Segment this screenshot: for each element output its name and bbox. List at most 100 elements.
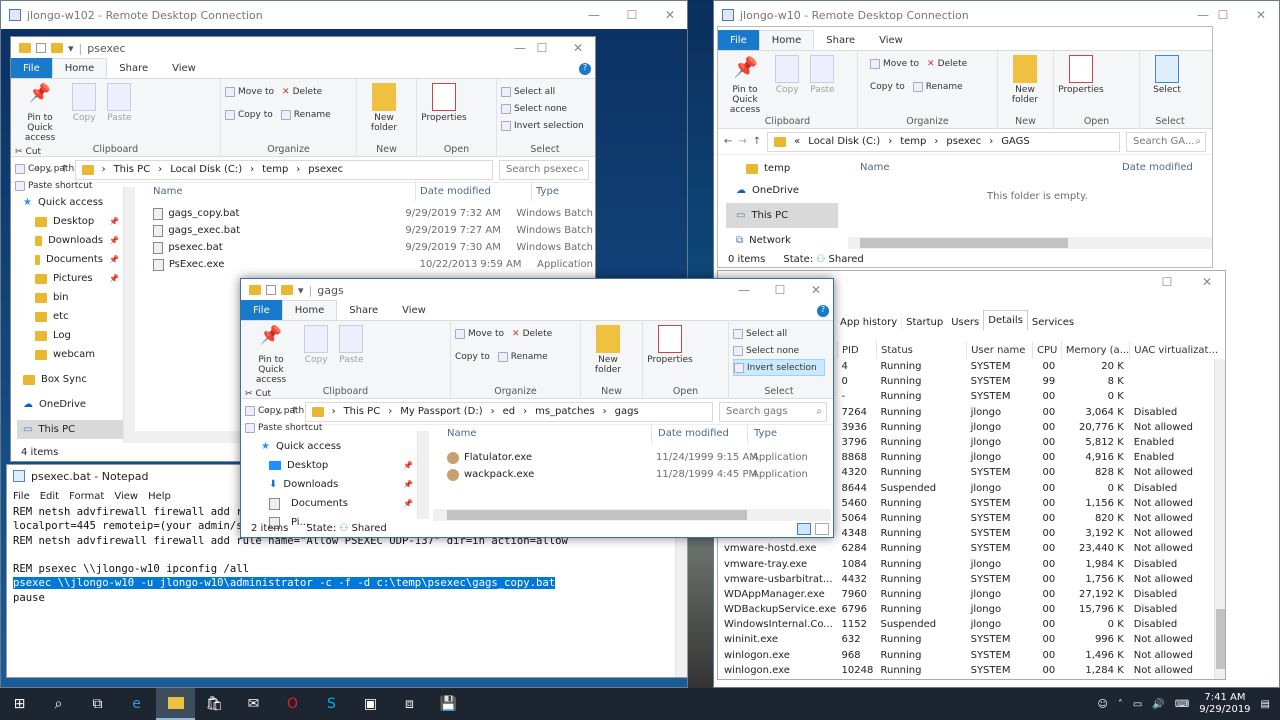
mail-icon[interactable]: ✉ <box>234 688 273 720</box>
move-to-button[interactable]: Move to <box>455 325 504 342</box>
tab-share[interactable]: Share <box>107 58 160 78</box>
tab-details[interactable]: Details <box>983 310 1028 330</box>
pin-quick-access-button[interactable]: 📌 Pin to Quick access <box>722 55 768 115</box>
process-row[interactable]: vmware-hostd.exe 6284 Running SYSTEM 00 23,44… <box>718 541 1218 556</box>
address-bar[interactable]: «Local Disk (C:) › temp › psexec › GAGS <box>767 131 1120 152</box>
nav-item[interactable]: ⬇ Downloads 📌 <box>259 475 417 494</box>
nav-item-temp[interactable]: temp <box>726 159 838 178</box>
col-name-header[interactable]: Name <box>860 157 890 177</box>
maximize-button[interactable]: ☐ <box>523 37 561 59</box>
rename-button[interactable]: Rename <box>280 106 331 123</box>
paste-button[interactable]: Paste <box>103 83 135 123</box>
select-all-button[interactable]: Select all <box>733 325 825 342</box>
col-uac[interactable]: UAC virtualizat... <box>1129 341 1218 359</box>
col-date-header[interactable]: Date modified <box>1122 157 1193 177</box>
tab-file[interactable]: File <box>11 58 52 78</box>
copy-to-button[interactable]: Copy to <box>225 106 273 123</box>
col-status[interactable]: Status <box>875 341 967 359</box>
col-type-header[interactable]: Type <box>747 423 777 443</box>
edge-icon[interactable]: e <box>117 688 156 720</box>
copy-button[interactable]: Copy <box>68 83 100 123</box>
paste-button[interactable]: Paste <box>806 55 838 95</box>
close-button[interactable]: ✕ <box>1188 271 1225 293</box>
menu-file[interactable]: File <box>13 491 30 502</box>
nav-item[interactable]: webcam <box>17 345 123 364</box>
volume-icon[interactable]: 🔊 <box>1152 699 1164 710</box>
close-button[interactable]: ✕ <box>559 37 595 59</box>
select-button[interactable]: Select <box>1144 55 1190 95</box>
col-name-header[interactable]: Name <box>447 423 477 443</box>
rename-button[interactable]: Rename <box>497 348 548 365</box>
invert-selection-button[interactable]: Invert selection <box>501 117 589 134</box>
col-cpu[interactable]: CPU <box>1031 341 1062 359</box>
help-icon[interactable]: ? <box>579 62 591 75</box>
nav-item[interactable]: bin <box>17 288 123 307</box>
search-icon[interactable]: ⌕ <box>39 688 78 720</box>
opera-icon[interactable]: O <box>273 688 312 720</box>
search-input[interactable]: Search gags ⌕ <box>719 401 827 422</box>
nav-item[interactable]: Desktop 📌 <box>17 212 123 231</box>
tab-share[interactable]: Share <box>337 300 390 320</box>
up-icon[interactable]: ↑ <box>753 136 761 147</box>
maximize-button[interactable]: ☐ <box>1148 271 1186 293</box>
nav-item[interactable]: ★ Quick access <box>259 437 417 456</box>
file-row[interactable]: gags_copy.bat 9/29/2019 7:32 AM Windows Ba… <box>153 205 593 222</box>
restore-button[interactable]: ☐ <box>1204 1 1242 29</box>
close-button[interactable]: ✕ <box>1242 1 1280 29</box>
address-bar[interactable]: › This PC › My Passport (D:) › ed › ms_patches… <box>304 401 713 422</box>
file-explorer-icon[interactable] <box>156 688 195 720</box>
tab-startup[interactable]: Startup <box>902 313 947 331</box>
maximize-button[interactable]: ☐ <box>761 279 799 301</box>
process-row[interactable]: WDBackupService.exe 6796 Running jlongo 00 15… <box>718 602 1218 617</box>
col-date-header[interactable]: Date modified <box>651 423 729 443</box>
pin-quick-access-button[interactable]: 📌 Pin to Quick access <box>15 83 65 143</box>
invert-selection-button[interactable]: Invert selection <box>733 359 825 376</box>
network-tray-icon[interactable]: ▭ <box>1133 699 1142 710</box>
copy-to-button[interactable]: Copy to <box>870 78 905 95</box>
search-input[interactable]: Search GA... ⌕ <box>1126 131 1206 152</box>
tab-view[interactable]: View <box>390 300 438 320</box>
clock[interactable]: 7:41 AM 9/29/2019 <box>1199 692 1250 716</box>
tab-view[interactable]: View <box>160 58 208 78</box>
nav-item[interactable]: Desktop 📌 <box>259 456 417 475</box>
select-none-button[interactable]: Select none <box>733 342 825 359</box>
start-button[interactable]: ⊞ <box>0 688 39 720</box>
save-app-icon[interactable]: 💾 <box>429 688 468 720</box>
menu-help[interactable]: Help <box>148 491 171 502</box>
tab-file[interactable]: File <box>718 30 759 50</box>
file-row[interactable]: psexec.bat 9/29/2019 7:30 AM Windows Batch <box>153 239 593 256</box>
process-row[interactable]: vmware-tray.exe 1084 Running jlongo 00 1,984 … <box>718 556 1218 571</box>
move-to-button[interactable]: Move to <box>870 55 919 72</box>
tab-app-history[interactable]: App history <box>836 313 903 331</box>
nav-item[interactable]: ☁ OneDrive <box>17 395 123 414</box>
col-date-header[interactable]: Date modified <box>415 181 491 201</box>
store-icon[interactable]: 🛍 <box>195 688 234 720</box>
minimize-button[interactable]: — <box>725 279 763 301</box>
nav-item[interactable]: etc <box>17 307 123 326</box>
file-row[interactable]: Flatulator.exe 11/24/1999 9:15 AM Applicat… <box>447 449 831 466</box>
delete-button[interactable]: ✕ Delete <box>927 55 967 72</box>
remote-desktop-icon[interactable]: ▣ <box>351 688 390 720</box>
col-pid[interactable]: PID <box>837 341 877 359</box>
close-button[interactable]: ✕ <box>797 279 833 301</box>
properties-button[interactable]: Properties <box>1058 55 1104 95</box>
tab-services[interactable]: Services <box>1028 313 1078 331</box>
col-name-header[interactable]: Name <box>153 181 183 201</box>
forward-icon[interactable]: → <box>738 136 746 147</box>
move-to-button[interactable]: Move to <box>225 83 274 100</box>
search-input[interactable]: Search psexec ⌕ <box>499 159 589 180</box>
close-button[interactable]: ✕ <box>651 1 689 29</box>
copy-button[interactable]: Copy <box>771 55 803 95</box>
menu-view[interactable]: View <box>114 491 138 502</box>
file-row[interactable]: PsExec.exe 10/22/2013 9:59 AM Application <box>153 256 593 273</box>
col-type-header[interactable]: Type <box>531 181 559 201</box>
delete-button[interactable]: ✕ Delete <box>282 83 322 100</box>
paste-shortcut-button[interactable]: Paste shortcut <box>245 419 322 436</box>
nav-item[interactable]: Log <box>17 326 123 345</box>
copy-path-button[interactable]: Copy path <box>245 402 322 419</box>
nav-item[interactable]: Downloads 📌 <box>17 231 123 250</box>
paste-button[interactable]: Paste <box>335 325 367 365</box>
nav-item-onedrive[interactable]: ☁ OneDrive <box>726 178 838 203</box>
nav-item[interactable]: ★ Quick access <box>17 193 123 212</box>
select-all-button[interactable]: Select all <box>501 83 589 100</box>
